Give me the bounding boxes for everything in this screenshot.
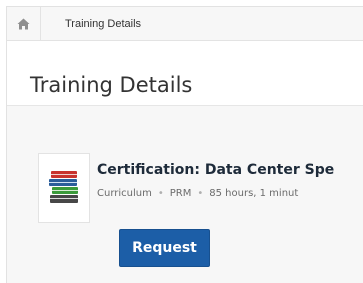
request-button[interactable]: Request [119, 229, 210, 267]
breadcrumb-current[interactable]: Training Details [65, 18, 141, 30]
training-provider: PRM [169, 188, 192, 199]
separator-dot: • [197, 188, 204, 199]
training-title[interactable]: Certification: Data Center Spe [97, 162, 334, 178]
home-button[interactable] [7, 7, 41, 40]
page-title: Training Details [30, 73, 193, 97]
training-thumbnail[interactable] [38, 153, 90, 223]
breadcrumb: Training Details [7, 7, 363, 41]
books-icon [49, 171, 78, 203]
training-meta: Curriculum • PRM • 85 hours, 1 minut [97, 188, 298, 199]
home-icon [17, 18, 30, 29]
training-type: Curriculum [97, 188, 152, 199]
training-duration: 85 hours, 1 minut [209, 188, 299, 199]
separator-dot: • [157, 188, 164, 199]
